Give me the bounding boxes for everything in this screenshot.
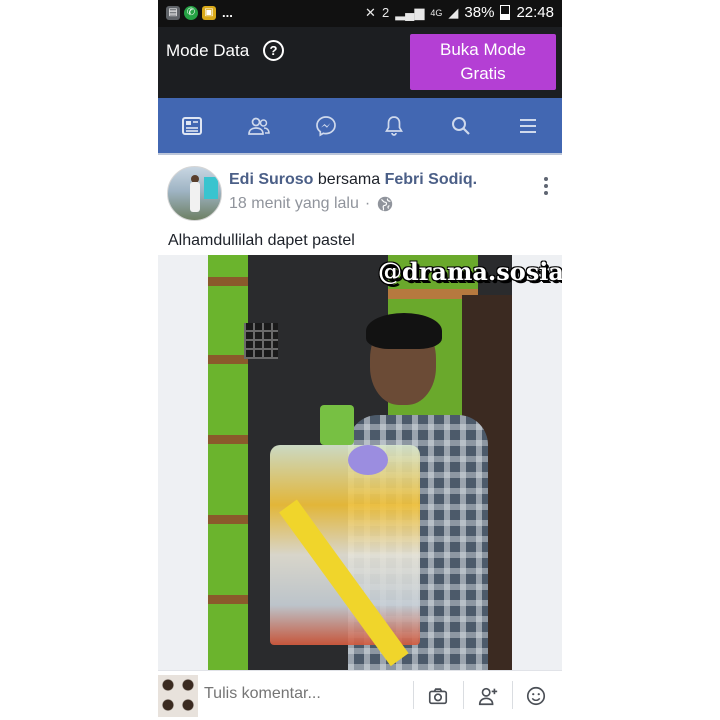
message-icon: ▤: [166, 5, 180, 20]
photo-hamper-package: [320, 405, 354, 445]
signal-icon: ▂▄▆: [395, 4, 425, 20]
post-timestamp[interactable]: 18 menit yang lalu: [229, 195, 359, 213]
comment-bar-divider: [512, 681, 513, 709]
photo-person-hair: [366, 313, 442, 349]
add-person-icon: [478, 687, 498, 706]
comment-bar-divider: [463, 681, 464, 709]
nav-search[interactable]: [441, 106, 481, 146]
dot-icon-1: [544, 177, 548, 181]
author-avatar[interactable]: [167, 166, 222, 221]
open-free-mode-button[interactable]: Buka Mode Gratis: [410, 34, 556, 90]
photo-wall-band: [208, 355, 248, 364]
photo-ribbon-bow: [348, 445, 388, 475]
app-notification-icon: ▣: [202, 5, 216, 20]
photo-wall-band: [208, 595, 248, 604]
photo-window: [244, 323, 278, 359]
open-free-mode-button-line1: Buka Mode: [440, 40, 526, 59]
globe-icon: [377, 196, 393, 212]
nav-notifications[interactable]: [374, 106, 414, 146]
post-photo-container: @drama.sosialmedia: [158, 255, 562, 670]
nav-divider: [158, 153, 562, 155]
notifications-icon: [384, 115, 403, 136]
nav-news-feed[interactable]: [172, 106, 212, 146]
tagged-friend-link[interactable]: Febri Sodiq.: [385, 171, 477, 188]
menu-icon: [520, 118, 537, 133]
post-options-button[interactable]: [541, 177, 551, 197]
help-icon[interactable]: ?: [263, 40, 284, 61]
search-icon: [451, 116, 470, 135]
photo-wall-band: [208, 277, 248, 286]
camera-icon: [428, 688, 448, 705]
comment-input[interactable]: [204, 685, 404, 703]
post-title: Edi Suroso bersama Febri Sodiq.: [229, 171, 477, 189]
dot-icon-2: [544, 184, 548, 188]
comment-bar: [158, 670, 562, 720]
battery-percent: 38%: [464, 4, 495, 21]
sim-icon: 2: [381, 5, 390, 20]
post-text: Alhamdullilah dapet pastel: [168, 232, 355, 249]
nav-messenger[interactable]: [306, 106, 346, 146]
avatar-figure-body: [190, 182, 200, 212]
news-feed-icon: [181, 116, 202, 135]
friends-icon: [248, 117, 270, 135]
mute-icon: ✕: [365, 4, 376, 20]
whatsapp-icon: ✆: [184, 5, 198, 20]
meta-separator: ·: [364, 195, 371, 212]
commenter-avatar[interactable]: [158, 675, 198, 717]
comment-bar-divider: [413, 681, 414, 709]
dot-icon-3: [544, 191, 548, 195]
emoji-button[interactable]: [524, 684, 548, 708]
phone-screen: ▤ ✆ ▣ ... ✕ 2 ▂▄▆ 4G ◢ 38% 22:48 Mode Da…: [158, 0, 562, 720]
battery-icon: [500, 5, 511, 20]
photo-wall-band: [208, 435, 248, 444]
status-bar: ▤ ✆ ▣ ... ✕ 2 ▂▄▆ 4G ◢ 38% 22:48: [158, 0, 562, 27]
messenger-icon: [316, 115, 337, 136]
avatar-background-shape: [204, 177, 218, 199]
clock: 22:48: [516, 4, 554, 21]
camera-button[interactable]: [426, 684, 450, 708]
post-photo[interactable]: [208, 255, 512, 670]
author-name-link[interactable]: Edi Suroso: [229, 171, 313, 188]
data-mode-bar: Mode Data ? Buka Mode Gratis: [158, 27, 562, 98]
watermark-text: @drama.sosialmedia: [378, 257, 562, 286]
nav-friends[interactable]: [239, 106, 279, 146]
signal-icon-2: ◢: [448, 4, 459, 20]
photo-wall-band: [208, 515, 248, 524]
data-mode-label: Mode Data: [166, 41, 250, 60]
network-type-icon: 4G: [430, 7, 443, 18]
status-bar-notifications: ▤ ✆ ▣ ...: [166, 5, 233, 20]
status-bar-system: ✕ 2 ▂▄▆ 4G ◢ 38% 22:48: [365, 4, 554, 21]
open-free-mode-button-line2: Gratis: [460, 64, 506, 83]
more-notifications-indicator: ...: [222, 5, 233, 20]
photo-gift-hamper: [270, 445, 420, 645]
photo-wall-left: [208, 255, 248, 670]
smiley-icon: [526, 686, 546, 706]
with-text: bersama: [317, 171, 381, 188]
top-navigation-bar: [158, 98, 562, 153]
tag-friend-button[interactable]: [476, 684, 500, 708]
post-meta: 18 menit yang lalu ·: [229, 195, 394, 213]
nav-menu[interactable]: [508, 106, 548, 146]
